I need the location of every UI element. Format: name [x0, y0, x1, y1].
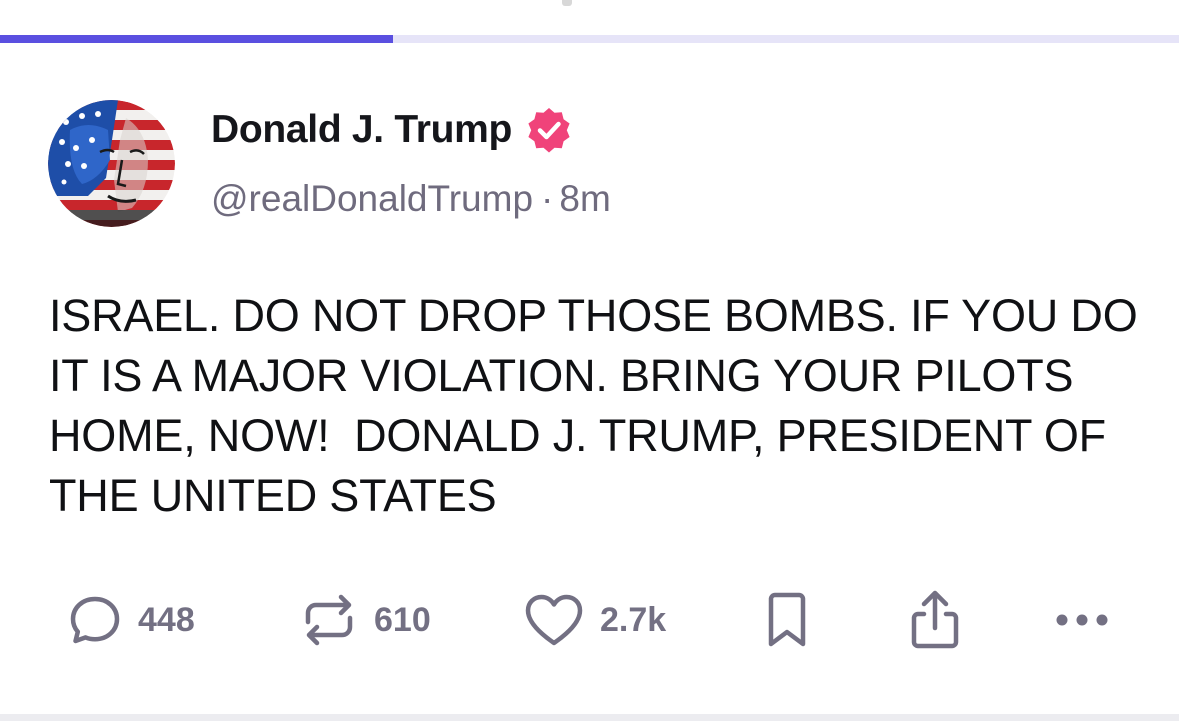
reply-button[interactable]: 448: [66, 590, 195, 650]
share-icon: [911, 590, 959, 649]
top-edge-fragment: [562, 0, 572, 6]
reply-bubble-icon: [70, 596, 120, 644]
more-dots-icon: [1056, 614, 1108, 626]
like-button[interactable]: 2.7k: [522, 590, 666, 650]
post-divider: [0, 714, 1179, 721]
repost-button[interactable]: 610: [298, 590, 431, 650]
post-timestamp[interactable]: 8m: [559, 178, 610, 219]
repost-count: 610: [374, 600, 431, 639]
bookmark-button[interactable]: [762, 590, 812, 650]
bookmark-icon: [768, 592, 806, 647]
reading-progress-fill: [0, 35, 393, 43]
post-body-text: ISRAEL. DO NOT DROP THOSE BOMBS. IF YOU …: [49, 290, 1150, 521]
author-meta-line: @realDonaldTrump · 8m: [211, 178, 611, 220]
verified-badge-icon: [528, 108, 570, 153]
avatar[interactable]: [48, 100, 175, 227]
post-screen: Donald J. Trump @realDonaldTrump · 8m ISRA…: [0, 0, 1179, 721]
author-handle[interactable]: @realDonaldTrump: [211, 178, 533, 219]
avatar-flag-portrait-image: [48, 100, 175, 227]
share-button[interactable]: [904, 590, 966, 650]
post-action-bar: 448 610 2.7k: [0, 590, 1179, 650]
more-options-button[interactable]: [1052, 590, 1112, 650]
reading-progress-bar: [0, 35, 1179, 43]
author-name-row[interactable]: Donald J. Trump: [211, 104, 572, 156]
reply-count: 448: [138, 600, 195, 639]
author-display-name[interactable]: Donald J. Trump: [211, 108, 512, 152]
like-count: 2.7k: [600, 600, 667, 639]
heart-icon: [525, 594, 583, 646]
meta-separator: ·: [541, 178, 554, 219]
repost-icon: [305, 594, 353, 646]
